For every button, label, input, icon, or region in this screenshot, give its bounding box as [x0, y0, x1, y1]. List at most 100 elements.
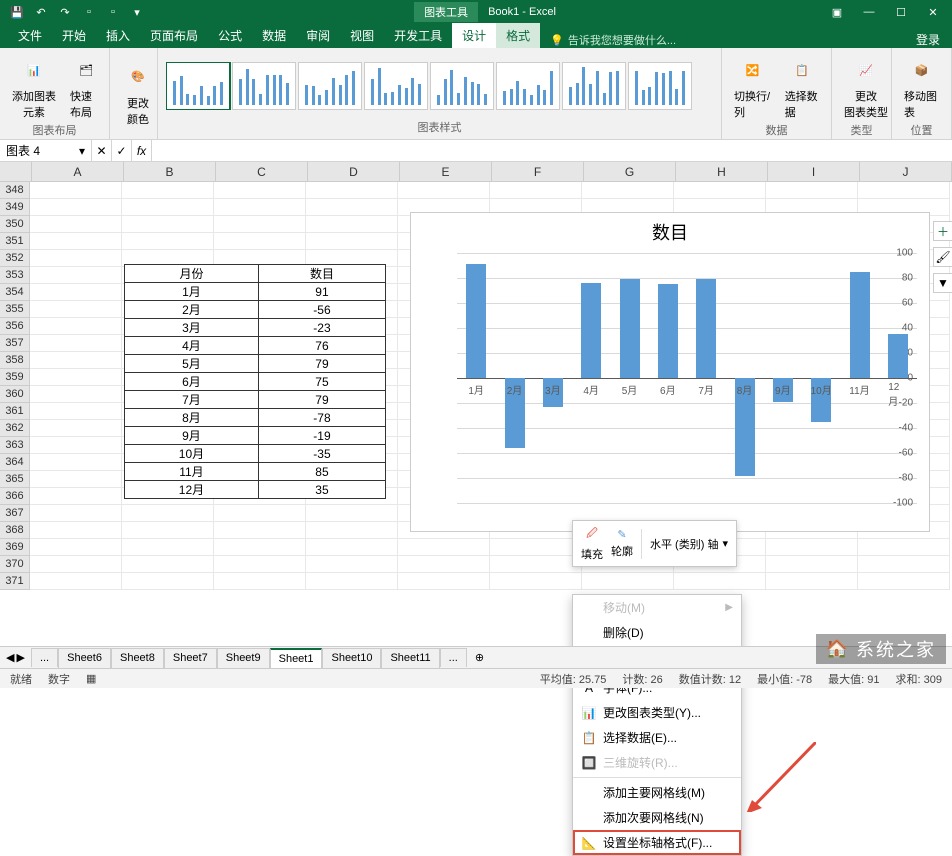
row-header[interactable]: 367 — [0, 505, 30, 522]
cell[interactable] — [214, 199, 306, 216]
cell[interactable] — [306, 216, 398, 233]
row-header[interactable]: 371 — [0, 573, 30, 590]
move-chart-button[interactable]: 📦 移动图表 — [900, 52, 943, 122]
cell[interactable] — [398, 556, 490, 573]
cell[interactable] — [122, 505, 214, 522]
col-header[interactable]: H — [676, 162, 768, 181]
select-data-button[interactable]: 📋 选择数据 — [781, 52, 823, 122]
cell[interactable] — [398, 182, 490, 199]
undo-icon[interactable]: ↶ — [30, 2, 52, 22]
cell[interactable] — [30, 369, 122, 386]
sheet-overflow-right[interactable]: ... — [440, 648, 467, 667]
cell[interactable] — [30, 233, 122, 250]
cell[interactable] — [30, 573, 122, 590]
cell[interactable] — [30, 216, 122, 233]
cell[interactable] — [674, 573, 766, 590]
chart-style-thumb[interactable] — [166, 62, 230, 110]
chart-element-selector[interactable]: 水平 (类别) 轴 ▾ — [650, 536, 728, 552]
cell[interactable] — [766, 573, 858, 590]
cell[interactable] — [214, 233, 306, 250]
chart-elements-button[interactable]: ＋ — [933, 221, 952, 241]
cell[interactable] — [306, 505, 398, 522]
cell[interactable] — [398, 573, 490, 590]
cell[interactable] — [214, 556, 306, 573]
cell[interactable] — [582, 182, 674, 199]
col-header[interactable]: J — [860, 162, 952, 181]
cell[interactable] — [30, 556, 122, 573]
row-header[interactable]: 351 — [0, 233, 30, 250]
chart-bar[interactable] — [581, 283, 601, 378]
plot-area[interactable]: -100-80-60-40-200204060801001月2月3月4月5月6月… — [457, 253, 917, 503]
tab-review[interactable]: 审阅 — [296, 23, 340, 48]
cell[interactable] — [30, 454, 122, 471]
cell[interactable] — [30, 522, 122, 539]
ctx-change-chart-type[interactable]: 📊更改图表类型(Y)... — [573, 700, 741, 725]
save-icon[interactable]: 💾 — [6, 2, 28, 22]
tab-insert[interactable]: 插入 — [96, 23, 140, 48]
chart-style-thumb[interactable] — [364, 62, 428, 110]
minimize-icon[interactable]: — — [854, 2, 884, 22]
cell[interactable] — [306, 522, 398, 539]
switch-row-col-button[interactable]: 🔀 切换行/列 — [730, 52, 775, 122]
cell[interactable] — [858, 539, 950, 556]
row-header[interactable]: 352 — [0, 250, 30, 267]
row-header[interactable]: 353 — [0, 267, 30, 284]
cell[interactable] — [214, 539, 306, 556]
sheet-tab[interactable]: Sheet11 — [381, 648, 439, 668]
redo-icon[interactable]: ↷ — [54, 2, 76, 22]
sheet-tab[interactable]: Sheet8 — [111, 648, 164, 668]
tab-page-layout[interactable]: 页面布局 — [140, 23, 208, 48]
cell[interactable] — [214, 522, 306, 539]
cell[interactable] — [306, 182, 398, 199]
formula-input[interactable] — [152, 140, 952, 161]
change-chart-type-button[interactable]: 📈 更改 图表类型 — [840, 52, 892, 122]
chart-title[interactable]: 数目 — [411, 213, 929, 251]
row-header[interactable]: 363 — [0, 437, 30, 454]
chart-bar[interactable] — [888, 334, 908, 378]
chart-bar[interactable] — [466, 264, 486, 378]
ctx-add-minor-gridlines[interactable]: 添加次要网格线(N) — [573, 805, 741, 830]
sheet-tab[interactable]: Sheet7 — [164, 648, 217, 668]
row-header[interactable]: 360 — [0, 386, 30, 403]
cell[interactable] — [398, 539, 490, 556]
cell[interactable] — [858, 182, 950, 199]
chart-style-thumb[interactable] — [496, 62, 560, 110]
row-header[interactable]: 354 — [0, 284, 30, 301]
sheet-tab[interactable]: Sheet10 — [322, 648, 381, 668]
fx-icon[interactable]: fx — [132, 140, 152, 161]
row-header[interactable]: 370 — [0, 556, 30, 573]
col-header[interactable]: A — [32, 162, 124, 181]
tab-design[interactable]: 设计 — [452, 23, 496, 48]
cell[interactable] — [30, 267, 122, 284]
col-header[interactable]: G — [584, 162, 676, 181]
row-header[interactable]: 369 — [0, 539, 30, 556]
chart-bar[interactable] — [620, 279, 640, 378]
cancel-formula-icon[interactable]: ✕ — [92, 140, 112, 161]
row-header[interactable]: 355 — [0, 301, 30, 318]
row-header[interactable]: 357 — [0, 335, 30, 352]
cell[interactable] — [858, 573, 950, 590]
row-header[interactable]: 365 — [0, 471, 30, 488]
row-header[interactable]: 359 — [0, 369, 30, 386]
cell[interactable] — [122, 182, 214, 199]
cell[interactable] — [490, 556, 582, 573]
cell[interactable] — [214, 573, 306, 590]
cell[interactable] — [30, 505, 122, 522]
open-icon[interactable]: ▫ — [102, 2, 124, 22]
tab-formulas[interactable]: 公式 — [208, 23, 252, 48]
cell[interactable] — [30, 471, 122, 488]
embedded-chart[interactable]: 数目 -100-80-60-40-200204060801001月2月3月4月5… — [410, 212, 930, 532]
cell[interactable] — [30, 301, 122, 318]
row-header[interactable]: 368 — [0, 522, 30, 539]
chart-style-thumb[interactable] — [232, 62, 296, 110]
cell[interactable] — [30, 199, 122, 216]
add-chart-element-button[interactable]: 📊 添加图表 元素 — [8, 52, 60, 122]
cell[interactable] — [214, 216, 306, 233]
sheet-nav-first-icon[interactable]: ◀ — [6, 651, 14, 664]
chart-bar[interactable] — [850, 272, 870, 378]
new-sheet-button[interactable]: ⊕ — [467, 651, 492, 664]
cell[interactable] — [30, 420, 122, 437]
ctx-select-data[interactable]: 📋选择数据(E)... — [573, 725, 741, 750]
col-header[interactable]: C — [216, 162, 308, 181]
cell[interactable] — [582, 573, 674, 590]
